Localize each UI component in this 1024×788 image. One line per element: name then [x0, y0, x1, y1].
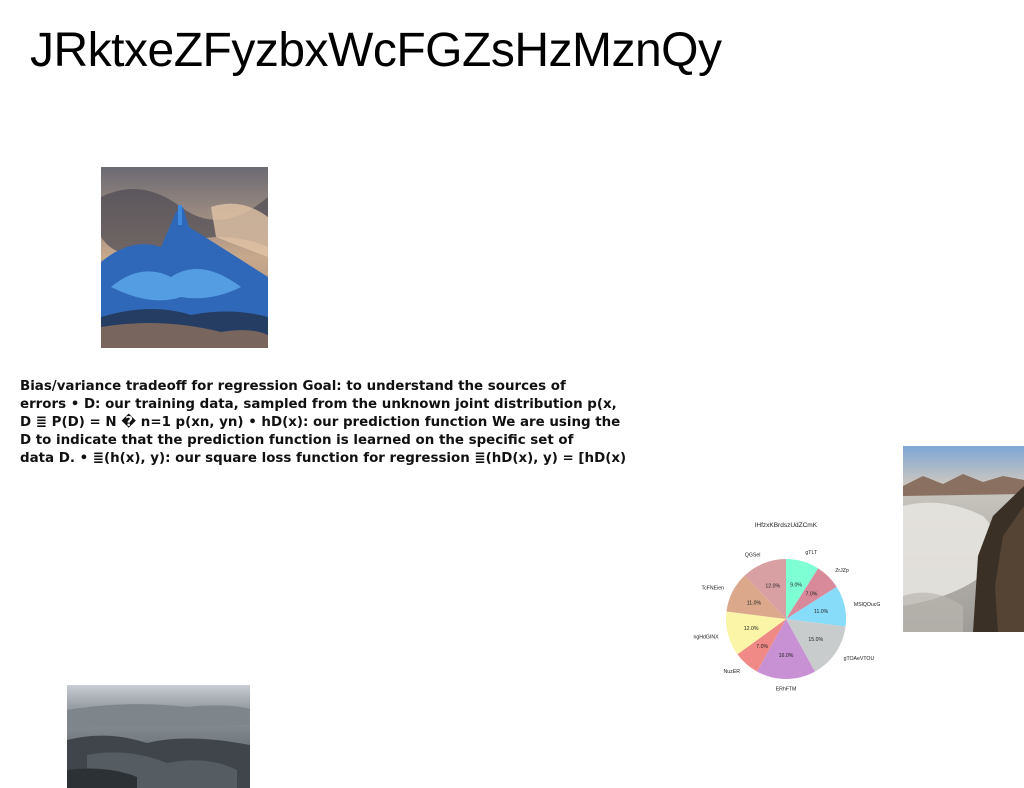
body-line: D ≣ P(D) = N � n=1 p(xn, yn) • hD(x): ou…: [20, 415, 621, 430]
pie-slices: [726, 559, 846, 679]
blue-mountain-photo: [101, 167, 268, 348]
page-title: JRktxeZFyzbxWcFGZsHzMznQy: [30, 24, 722, 77]
pie-pct-label: 11.0%: [814, 609, 829, 615]
body-line: errors • D: our training data, sampled f…: [20, 397, 617, 412]
body-line: Bias/variance tradeoff for regression Go…: [20, 379, 566, 394]
pie-category-label: MSlQOucGXc: [854, 602, 880, 608]
pie-category-label: TcFNEien: [702, 585, 725, 591]
pie-pct-label: 12.0%: [744, 626, 759, 632]
body-paragraph: Bias/variance tradeoff for regression Go…: [20, 378, 670, 468]
pie-chart-svg: lHfzxKBrdszUdZCmK 9.0% gTLT 7.0% ZrJZp 11.0%…: [693, 522, 880, 693]
pie-pct-label: 7.0%: [806, 592, 818, 598]
pie-pct-label: 7.0%: [756, 644, 768, 650]
pie-category-label: ERhFTM: [776, 687, 797, 693]
pie-category-label: ZrJZp: [835, 568, 849, 574]
foggy-valley-photo: [903, 446, 1024, 632]
canyon-landscape-photo: [67, 685, 250, 788]
pie-chart: lHfzxKBrdszUdZCmK 9.0% gTLT 7.0% ZrJZp 11.0%…: [690, 515, 880, 715]
body-line: D to indicate that the prediction functi…: [20, 433, 574, 448]
pie-pct-label: 9.0%: [790, 582, 802, 588]
pie-pct-label: 11.0%: [747, 601, 762, 607]
pie-category-label: NuzER: [724, 669, 741, 675]
pie-pct-label: 12.0%: [765, 584, 780, 590]
pie-category-label: QGSel: [745, 552, 761, 558]
body-line: data D. • ≣(h(x), y): our square loss fu…: [20, 451, 627, 466]
chart-title: lHfzxKBrdszUdZCmK: [755, 522, 818, 529]
pie-pct-label: 16.0%: [779, 653, 794, 659]
pie-category-label: ngHdGINX: [693, 634, 719, 640]
pie-category-label: gTOAeVTOU: [844, 656, 875, 662]
pie-category-label: gTLT: [805, 550, 818, 556]
pie-pct-label: 15.0%: [808, 637, 823, 643]
